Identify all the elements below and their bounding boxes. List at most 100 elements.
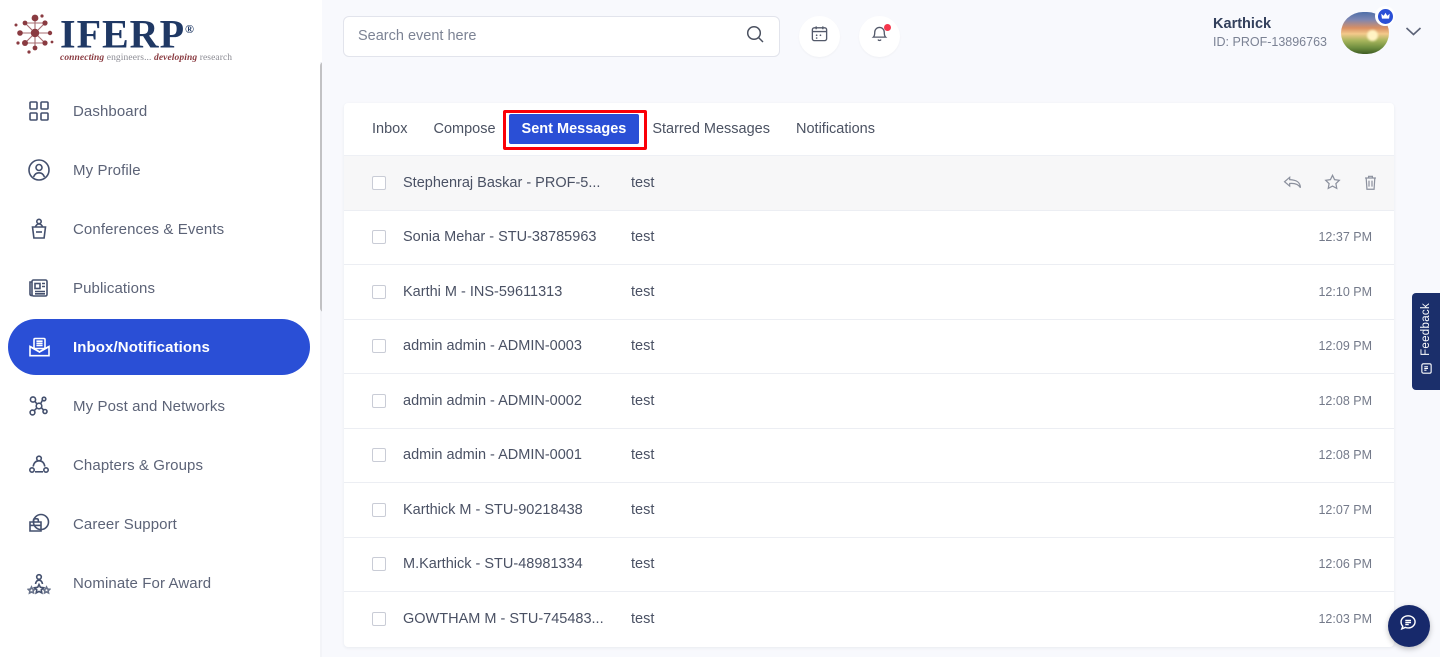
sidebar-item-label: Nominate For Award <box>73 575 211 592</box>
calendar-button[interactable] <box>799 16 840 57</box>
row-checkbox[interactable] <box>372 394 386 408</box>
message-sender: Stephenraj Baskar - PROF-5... <box>403 175 631 191</box>
tab-notifications[interactable]: Notifications <box>783 114 888 144</box>
sidebar-item-label: Publications <box>73 280 155 297</box>
message-subject: test <box>631 393 1318 409</box>
message-time: 12:10 PM <box>1318 285 1372 299</box>
table-row[interactable]: Karthick M - STU-90218438 test 12:07 PM <box>344 483 1394 538</box>
table-row[interactable]: admin admin - ADMIN-0003 test 12:09 PM <box>344 320 1394 375</box>
message-sender: Karthick M - STU-90218438 <box>403 502 631 518</box>
tab-compose[interactable]: Compose <box>420 114 508 144</box>
form-icon <box>1420 362 1433 380</box>
row-checkbox[interactable] <box>372 339 386 353</box>
sidebar-item-my-post-and-networks[interactable]: My Post and Networks <box>8 378 310 434</box>
message-subject: test <box>631 229 1318 245</box>
feedback-label: Feedback <box>1420 303 1432 356</box>
message-sender: admin admin - ADMIN-0001 <box>403 447 631 463</box>
message-subject: test <box>631 556 1318 572</box>
message-time: 12:09 PM <box>1318 339 1372 353</box>
avatar[interactable] <box>1341 12 1389 54</box>
message-sender: Karthi M - INS-59611313 <box>403 284 631 300</box>
main-content: Karthick ID: PROF-13896763 <box>322 0 1440 657</box>
sidebar-nav: Dashboard My Profile Conferences & Event… <box>0 72 322 611</box>
message-sender: Sonia Mehar - STU-38785963 <box>403 229 631 245</box>
sidebar-item-publications[interactable]: Publications <box>8 260 310 316</box>
tab-starred-messages[interactable]: Starred Messages <box>639 114 783 144</box>
calendar-icon <box>810 24 829 48</box>
reply-icon[interactable] <box>1283 175 1302 190</box>
message-subject: test <box>631 447 1318 463</box>
network-icon <box>22 389 56 423</box>
table-row[interactable]: admin admin - ADMIN-0002 test 12:08 PM <box>344 374 1394 429</box>
sidebar-item-label: My Post and Networks <box>73 398 225 415</box>
envelope-icon <box>22 330 56 364</box>
sidebar-item-nominate-for-award[interactable]: Nominate For Award <box>8 555 310 611</box>
message-time: 12:08 PM <box>1318 394 1372 408</box>
message-sender: admin admin - ADMIN-0003 <box>403 338 631 354</box>
table-row[interactable]: Sonia Mehar - STU-38785963 test 12:37 PM <box>344 211 1394 266</box>
profile-id: ID: PROF-13896763 <box>1213 34 1327 51</box>
tab-inbox[interactable]: Inbox <box>359 114 420 144</box>
message-subject: test <box>631 284 1318 300</box>
profile-menu[interactable]: Karthick ID: PROF-13896763 <box>1213 12 1422 54</box>
row-checkbox[interactable] <box>372 285 386 299</box>
row-checkbox[interactable] <box>372 557 386 571</box>
sidebar-item-conferences-events[interactable]: Conferences & Events <box>8 201 310 257</box>
message-time: 12:37 PM <box>1318 230 1372 244</box>
chat-button[interactable] <box>1388 605 1430 647</box>
message-time: 12:03 PM <box>1318 612 1372 626</box>
message-time: 12:08 PM <box>1318 448 1372 462</box>
feedback-tab[interactable]: Feedback <box>1412 293 1440 390</box>
sidebar-item-label: Dashboard <box>73 103 147 120</box>
sidebar-item-my-profile[interactable]: My Profile <box>8 142 310 198</box>
sidebar-item-chapters-groups[interactable]: Chapters & Groups <box>8 437 310 493</box>
search-container[interactable] <box>343 16 780 57</box>
search-icon[interactable] <box>745 24 765 49</box>
table-row[interactable]: Karthi M - INS-59611313 test 12:10 PM <box>344 265 1394 320</box>
sidebar-item-dashboard[interactable]: Dashboard <box>8 83 310 139</box>
sidebar: IFERP® connecting engineers... developin… <box>0 0 322 657</box>
sidebar-item-label: Career Support <box>73 516 177 533</box>
award-icon <box>22 566 56 600</box>
table-row[interactable]: admin admin - ADMIN-0001 test 12:08 PM <box>344 429 1394 484</box>
table-row[interactable]: M.Karthick - STU-48981334 test 12:06 PM <box>344 538 1394 593</box>
chat-bubble-icon <box>1398 612 1421 640</box>
row-checkbox[interactable] <box>372 448 386 462</box>
tab-bar: Inbox Compose Sent Messages Starred Mess… <box>344 103 1394 156</box>
sidebar-item-career-support[interactable]: Career Support <box>8 496 310 552</box>
briefcase-icon <box>22 507 56 541</box>
group-icon <box>22 448 56 482</box>
grid-icon <box>22 94 56 128</box>
search-input[interactable] <box>358 28 745 44</box>
top-header: Karthick ID: PROF-13896763 <box>322 0 1440 72</box>
message-sender: M.Karthick - STU-48981334 <box>403 556 631 572</box>
podium-icon <box>22 212 56 246</box>
sidebar-item-inbox-notifications[interactable]: Inbox/Notifications <box>8 319 310 375</box>
sidebar-item-label: Conferences & Events <box>73 221 224 238</box>
sidebar-item-label: My Profile <box>73 162 141 179</box>
profile-text: Karthick ID: PROF-13896763 <box>1213 15 1327 51</box>
brand-logo[interactable]: IFERP® connecting engineers... developin… <box>0 0 322 72</box>
avatar-sun <box>1367 30 1378 41</box>
tab-sent-messages[interactable]: Sent Messages <box>509 114 640 144</box>
table-row[interactable]: Stephenraj Baskar - PROF-5... test <box>344 156 1394 211</box>
row-checkbox[interactable] <box>372 612 386 626</box>
table-row[interactable]: GOWTHAM M - STU-745483... test 12:03 PM <box>344 592 1394 647</box>
chevron-down-icon[interactable] <box>1405 24 1422 42</box>
notifications-button[interactable] <box>859 16 900 57</box>
row-checkbox[interactable] <box>372 230 386 244</box>
message-subject: test <box>631 502 1318 518</box>
message-list: Stephenraj Baskar - PROF-5... test <box>344 156 1394 647</box>
app-root: IFERP® connecting engineers... developin… <box>0 0 1440 657</box>
profile-name: Karthick <box>1213 15 1327 34</box>
star-icon[interactable] <box>1324 174 1341 191</box>
message-time: 12:06 PM <box>1318 557 1372 571</box>
message-sender: GOWTHAM M - STU-745483... <box>403 611 631 627</box>
user-circle-icon <box>22 153 56 187</box>
newspaper-icon <box>22 271 56 305</box>
row-checkbox[interactable] <box>372 176 386 190</box>
row-checkbox[interactable] <box>372 503 386 517</box>
premium-badge <box>1375 6 1395 26</box>
trash-icon[interactable] <box>1363 174 1378 191</box>
row-actions <box>1283 174 1378 191</box>
